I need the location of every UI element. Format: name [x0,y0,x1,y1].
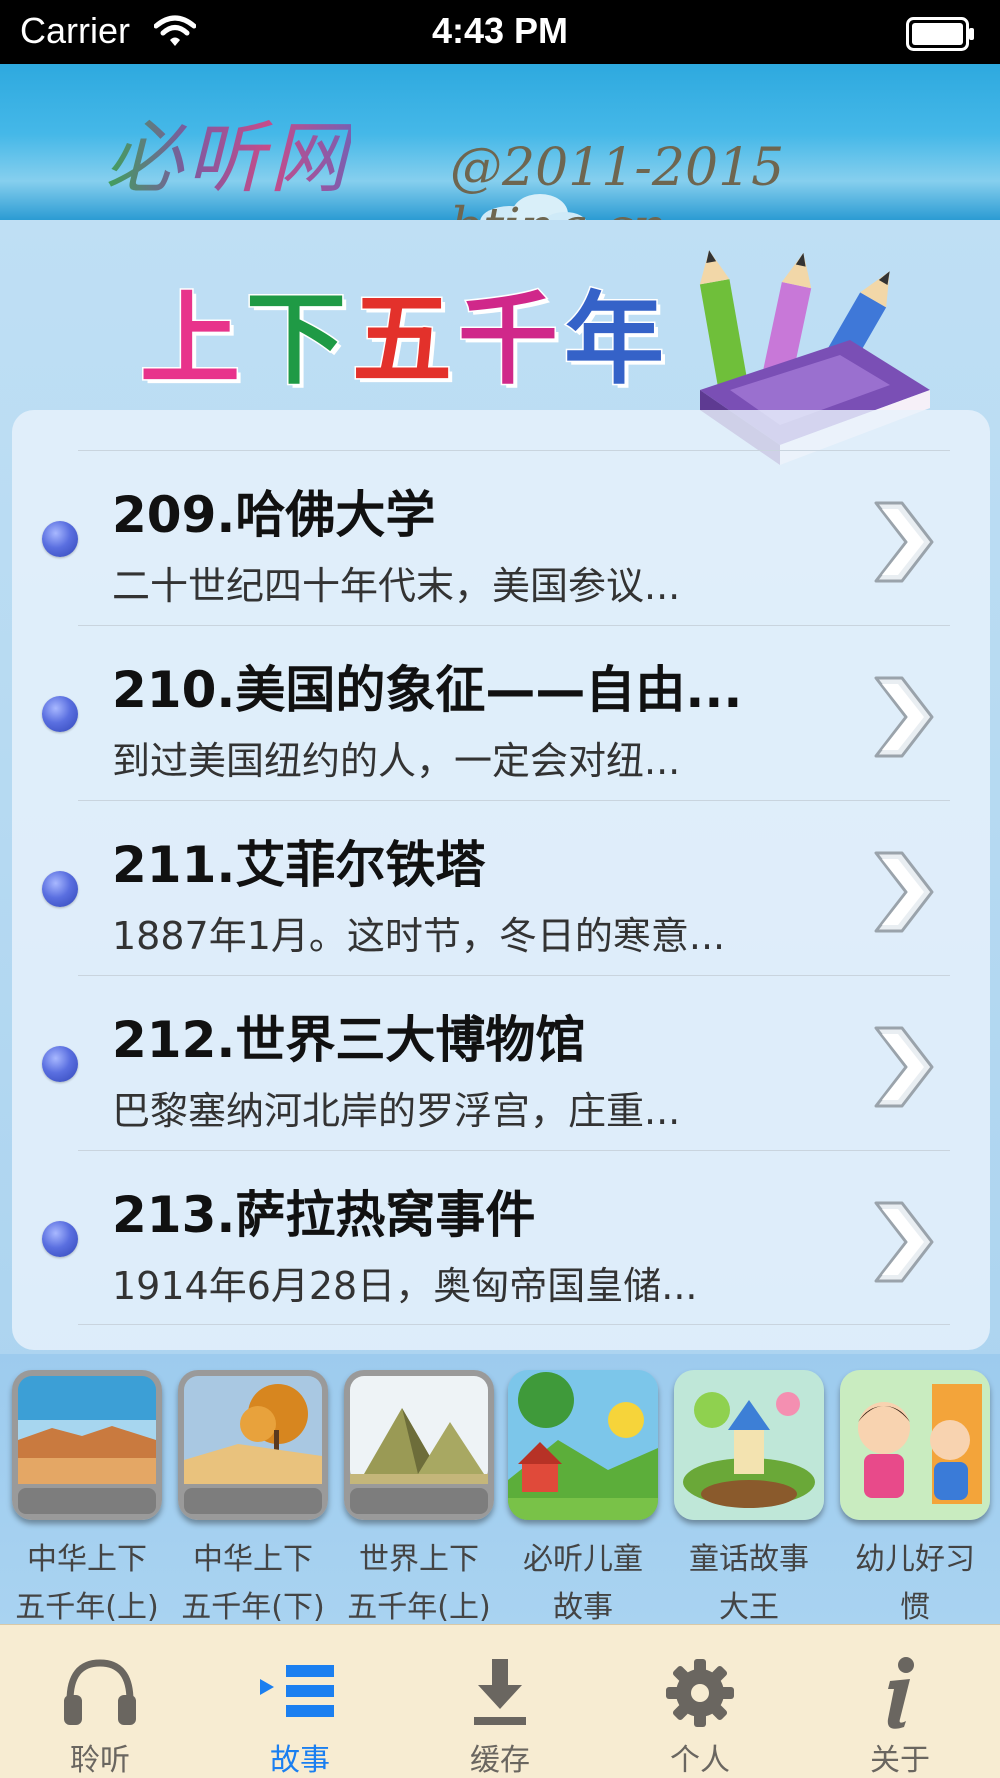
bullet-icon [42,1046,78,1082]
desert-landscape-thumbnail[interactable] [12,1370,162,1520]
tab-listen[interactable]: 聆听 [0,1625,200,1778]
shelf-item[interactable]: 必听儿童 故事 [508,1370,660,1624]
category-shelf[interactable]: 中华上下 五千年(上) 中华上下 五千年(下) 世界上下 五千年(上) 必听儿童… [0,1354,1000,1624]
shelf-label: 世界上下 五千年(上) [347,1542,491,1624]
download-icon [474,1659,526,1725]
bullet-icon [42,696,78,732]
copyright-text: @2011-2015 bting.cn [450,138,785,220]
story-title: 209.哈佛大学 [112,486,436,544]
chevron-right-icon[interactable] [868,849,938,935]
shelf-item[interactable]: 童话故事 大王 [674,1370,826,1624]
bullet-icon [42,521,78,557]
shelf-label: 中华上下 五千年(下) [181,1542,325,1624]
info-icon [887,1657,914,1729]
story-row[interactable]: 213.萨拉热窝事件 1914年6月28日，奥匈帝国皇储... [42,1150,950,1325]
cartoon-kids-thumbnail[interactable] [840,1370,990,1520]
banner-char: 上 [139,280,246,400]
bullet-icon [42,1221,78,1257]
chevron-right-icon[interactable] [868,1024,938,1110]
story-summary: 二十世纪四十年代末，美国参议... [112,564,681,608]
category-banner-title: 上下五千年 [139,258,670,403]
shelf-item[interactable]: 世界上下 五千年(上) [344,1370,496,1624]
shelf-item[interactable]: 幼儿好习 惯 [840,1370,992,1624]
story-summary: 1887年1月。这时节，冬日的寒意... [112,914,726,958]
tab-label: 故事 [270,1743,330,1778]
story-summary: 1914年6月28日，奥匈帝国皇储... [112,1264,698,1308]
story-row[interactable]: 211.艾菲尔铁塔 1887年1月。这时节，冬日的寒意... [42,800,950,975]
tab-about[interactable]: 关于 [800,1625,1000,1778]
story-list-icon [260,1665,334,1717]
banner-char: 千 [457,280,564,400]
chevron-right-icon[interactable] [868,674,938,760]
shelf-label: 童话故事 大王 [689,1542,809,1624]
tab-stories[interactable]: 故事 [200,1625,400,1778]
story-title: 211.艾菲尔铁塔 [112,836,486,894]
battery-icon [906,17,974,51]
cartoon-village-thumbnail[interactable] [508,1370,658,1520]
clock: 4:43 PM [431,10,569,51]
autumn-dunes-thumbnail[interactable] [178,1370,328,1520]
tab-label: 关于 [870,1743,930,1778]
shelf-item[interactable]: 中华上下 五千年(上) [12,1370,164,1624]
chevron-right-icon[interactable] [868,499,938,585]
bullet-icon [42,871,78,907]
banner-char: 下 [245,280,352,400]
tab-bar: 聆听 故事 缓存 个人 关于 [0,1624,1000,1778]
story-list: 209.哈佛大学 二十世纪四十年代末，美国参议... 210.美国的象征——自由… [12,450,990,1325]
shelf-label: 必听儿童 故事 [523,1542,643,1624]
headphones-icon [64,1659,136,1725]
fairy-island-thumbnail[interactable] [674,1370,824,1520]
story-title: 212.世界三大博物馆 [112,1011,586,1069]
story-title: 213.萨拉热窝事件 [112,1186,536,1244]
story-title: 210.美国的象征——自由... [112,661,743,719]
pyramids-thumbnail[interactable] [344,1370,494,1520]
main-content: 上下五千年 209.哈佛大学 二十世纪四十年代末，美国参议... 210.美国的… [0,220,1000,1624]
shelf-label: 中华上下 五千年(上) [15,1542,159,1624]
tab-label: 个人 [670,1743,730,1778]
site-logo: 必听网 [105,96,351,208]
banner-char: 五 [351,280,458,400]
story-summary: 到过美国纽约的人，一定会对纽... [112,739,681,783]
chevron-right-icon[interactable] [868,1199,938,1285]
status-bar: Carrier 4:43 PM [0,0,1000,64]
story-row[interactable]: 212.世界三大博物馆 巴黎塞纳河北岸的罗浮宫，庄重... [42,975,950,1150]
tab-profile[interactable]: 个人 [600,1625,800,1778]
banner-char: 年 [563,280,670,400]
story-row[interactable]: 210.美国的象征——自由... 到过美国纽约的人，一定会对纽... [42,625,950,800]
site-header: 必听网 @2011-2015 bting.cn [0,64,1000,220]
story-row[interactable]: 209.哈佛大学 二十世纪四十年代末，美国参议... [42,450,950,625]
shelf-item[interactable]: 中华上下 五千年(下) [178,1370,330,1624]
tab-cache[interactable]: 缓存 [400,1625,600,1778]
gear-icon [666,1659,734,1727]
story-list-panel: 209.哈佛大学 二十世纪四十年代末，美国参议... 210.美国的象征——自由… [12,410,990,1350]
tab-label: 聆听 [70,1743,130,1778]
shelf-label: 幼儿好习 惯 [855,1542,975,1624]
tab-label: 缓存 [470,1743,530,1778]
story-summary: 巴黎塞纳河北岸的罗浮宫，庄重... [112,1089,681,1133]
